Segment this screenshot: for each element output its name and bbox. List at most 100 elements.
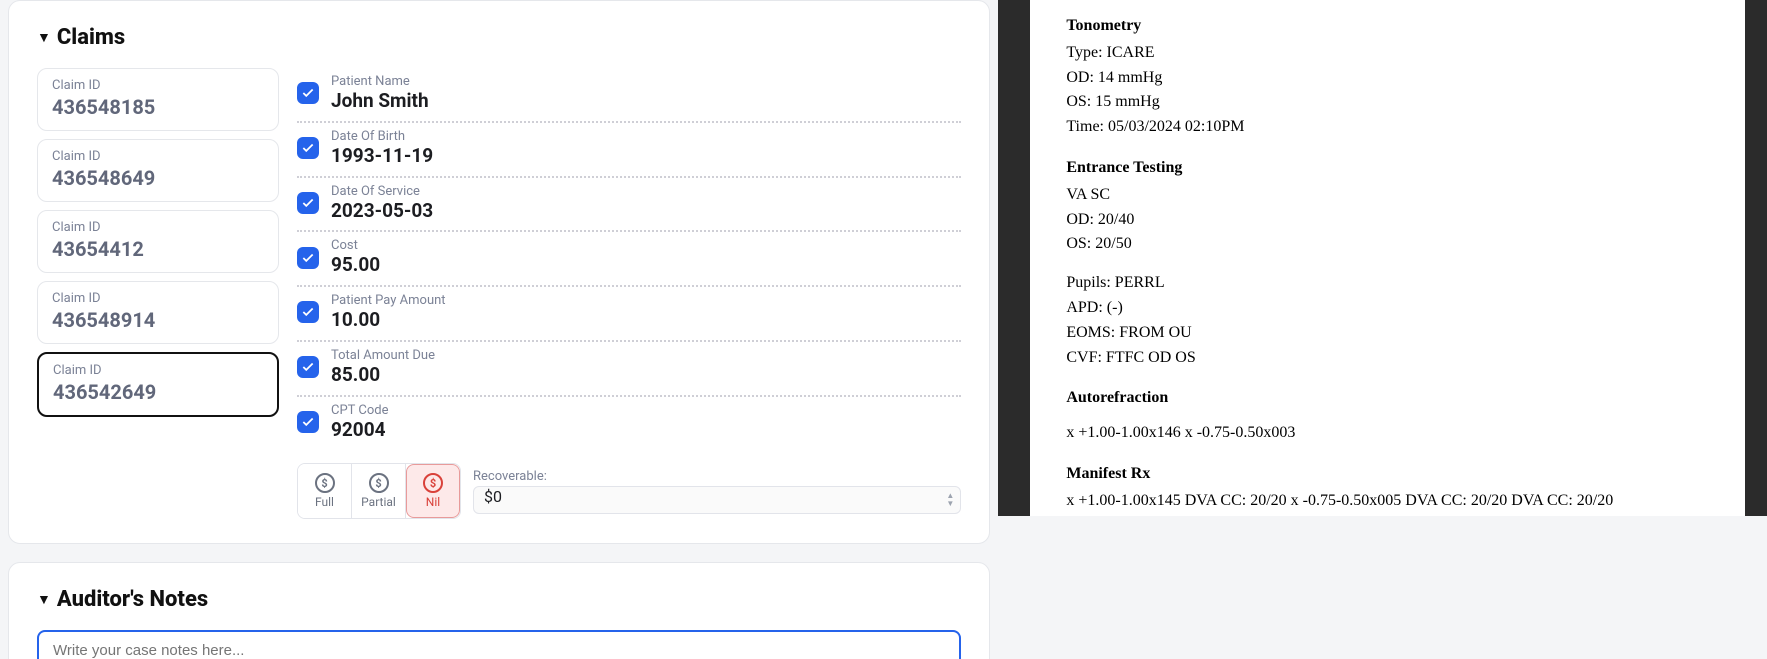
recovery-row: $ Full $ Partial $ Nil Recovera	[297, 463, 961, 519]
checkbox-patient-pay[interactable]	[297, 301, 319, 323]
doc-line: APD: (-)	[1066, 296, 1709, 321]
document-viewer[interactable]: Tonometry Type: ICARE OD: 14 mmHg OS: 15…	[998, 0, 1767, 516]
field-value: 95.00	[331, 253, 380, 277]
field-value: 92004	[331, 418, 389, 442]
doc-line: OD: 14 mmHg	[1066, 66, 1709, 91]
claim-detail: Patient NameJohn Smith Date Of Birth1993…	[297, 68, 961, 519]
field-label: Cost	[331, 238, 380, 253]
doc-line: OS: 15 mmHg	[1066, 90, 1709, 115]
doc-line: EOMS: FROM OU	[1066, 321, 1709, 346]
claim-item-4[interactable]: Claim ID 436542649	[37, 352, 279, 417]
claim-id-label: Claim ID	[53, 363, 263, 378]
field-value: John Smith	[331, 89, 429, 113]
checkbox-cost[interactable]	[297, 247, 319, 269]
field-total-due: Total Amount Due85.00	[297, 342, 961, 397]
doc-line: Time: 05/03/2024 02:10PM	[1066, 115, 1709, 140]
claim-item-2[interactable]: Claim ID 43654412	[37, 210, 279, 273]
claim-id-value: 436548185	[52, 95, 264, 119]
field-patient-pay: Patient Pay Amount10.00	[297, 287, 961, 342]
field-patient-name: Patient NameJohn Smith	[297, 68, 961, 123]
check-icon	[301, 415, 315, 429]
recovery-button-group: $ Full $ Partial $ Nil	[297, 463, 461, 519]
document-page: Tonometry Type: ICARE OD: 14 mmHg OS: 15…	[1030, 0, 1745, 516]
field-value: 85.00	[331, 363, 435, 387]
dollar-icon: $	[369, 473, 389, 493]
recovery-nil-label: Nil	[426, 495, 440, 509]
checkbox-dos[interactable]	[297, 192, 319, 214]
check-icon	[301, 196, 315, 210]
claims-header[interactable]: ▼ Claims	[37, 25, 961, 50]
notes-title: Auditor's Notes	[57, 587, 208, 612]
field-label: Date Of Service	[331, 184, 433, 199]
doc-heading: Manifest Rx	[1066, 462, 1709, 487]
recovery-full-button[interactable]: $ Full	[298, 464, 352, 518]
doc-line: Pupils: PERRL	[1066, 271, 1709, 296]
claim-item-1[interactable]: Claim ID 436548649	[37, 139, 279, 202]
doc-line: Type: ICARE	[1066, 41, 1709, 66]
claims-list: Claim ID 436548185 Claim ID 436548649 Cl…	[37, 68, 279, 519]
doc-manifest: Manifest Rx x +1.00-1.00x145 DVA CC: 20/…	[1066, 462, 1709, 514]
claims-title: Claims	[57, 25, 125, 50]
doc-heading: Autorefraction	[1066, 386, 1709, 411]
doc-heading: Entrance Testing	[1066, 156, 1709, 181]
doc-line: x +1.00-1.00x145 DVA CC: 20/20 x -0.75-0…	[1066, 489, 1709, 514]
checkbox-total-due[interactable]	[297, 356, 319, 378]
field-value: 10.00	[331, 308, 446, 332]
claim-item-3[interactable]: Claim ID 436548914	[37, 281, 279, 344]
field-label: Date Of Birth	[331, 129, 433, 144]
claim-id-label: Claim ID	[52, 78, 264, 93]
field-cpt: CPT Code92004	[297, 397, 961, 450]
claims-card: ▼ Claims Claim ID 436548185 Claim ID 436…	[8, 0, 990, 544]
doc-line: OD: 20/40	[1066, 208, 1709, 233]
recovery-partial-button[interactable]: $ Partial	[352, 464, 406, 518]
recoverable-label: Recoverable:	[473, 469, 961, 484]
dollar-icon: $	[423, 473, 443, 493]
check-icon	[301, 305, 315, 319]
doc-line: VA SC	[1066, 183, 1709, 208]
doc-heading: Tonometry	[1066, 14, 1709, 39]
field-dos: Date Of Service2023-05-03	[297, 178, 961, 233]
dollar-icon: $	[315, 473, 335, 493]
notes-input[interactable]	[37, 630, 961, 659]
claim-id-label: Claim ID	[52, 149, 264, 164]
checkbox-cpt[interactable]	[297, 411, 319, 433]
notes-card: ▼ Auditor's Notes	[8, 562, 990, 659]
notes-header[interactable]: ▼ Auditor's Notes	[37, 587, 961, 612]
checkbox-patient-name[interactable]	[297, 82, 319, 104]
checkbox-dob[interactable]	[297, 137, 319, 159]
recoverable-input[interactable]: $0 ▲▼	[473, 486, 961, 514]
doc-autorefraction: Autorefraction x +1.00-1.00x146 x -0.75-…	[1066, 386, 1709, 446]
check-icon	[301, 360, 315, 374]
field-value: 2023-05-03	[331, 199, 433, 223]
claim-id-label: Claim ID	[52, 291, 264, 306]
claim-id-label: Claim ID	[52, 220, 264, 235]
recovery-partial-label: Partial	[361, 495, 396, 509]
right-panel: Tonometry Type: ICARE OD: 14 mmHg OS: 15…	[998, 0, 1767, 659]
caret-down-icon: ▼	[37, 591, 51, 608]
doc-tonometry: Tonometry Type: ICARE OD: 14 mmHg OS: 15…	[1066, 14, 1709, 140]
field-dob: Date Of Birth1993-11-19	[297, 123, 961, 178]
field-label: Patient Pay Amount	[331, 293, 446, 308]
field-cost: Cost95.00	[297, 232, 961, 287]
claim-id-value: 436548649	[52, 166, 264, 190]
recoverable-field: Recoverable: $0 ▲▼	[473, 469, 961, 514]
caret-down-icon: ▼	[37, 29, 51, 46]
recoverable-value: $0	[484, 487, 502, 506]
doc-line: x +1.00-1.00x146 x -0.75-0.50x003	[1066, 421, 1709, 446]
field-label: Patient Name	[331, 74, 429, 89]
check-icon	[301, 251, 315, 265]
left-panel: ▼ Claims Claim ID 436548185 Claim ID 436…	[0, 0, 998, 659]
check-icon	[301, 141, 315, 155]
doc-line: CVF: FTFC OD OS	[1066, 346, 1709, 371]
claim-id-value: 436548914	[52, 308, 264, 332]
field-value: 1993-11-19	[331, 144, 433, 168]
field-label: CPT Code	[331, 403, 389, 418]
claim-id-value: 43654412	[52, 237, 264, 261]
recovery-nil-button[interactable]: $ Nil	[406, 464, 460, 518]
recovery-full-label: Full	[315, 495, 334, 509]
stepper-icon[interactable]: ▲▼	[946, 492, 954, 508]
check-icon	[301, 86, 315, 100]
field-label: Total Amount Due	[331, 348, 435, 363]
claim-item-0[interactable]: Claim ID 436548185	[37, 68, 279, 131]
doc-entrance: Entrance Testing VA SC OD: 20/40 OS: 20/…	[1066, 156, 1709, 370]
